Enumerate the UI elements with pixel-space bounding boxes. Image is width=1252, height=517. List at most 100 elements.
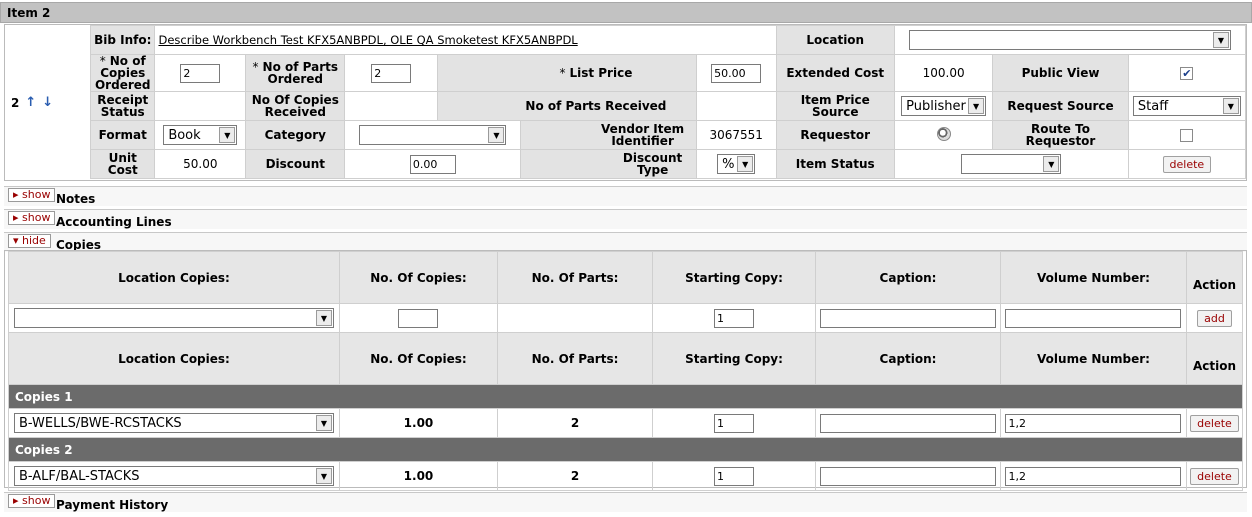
copies-received-label: No Of Copies Received <box>245 91 346 121</box>
copy-starting-copy-input[interactable] <box>714 466 754 486</box>
item-price-source-label: Item Price Source <box>775 91 895 121</box>
copies-hide-button[interactable]: ▾ hide <box>8 234 51 248</box>
category-label: Category <box>245 120 346 150</box>
vendor-item-label: Vendor Item Identifier <box>520 120 697 150</box>
col-volume-number: Volume Number: <box>1000 251 1187 304</box>
extended-cost-value: 100.00 <box>893 54 994 92</box>
search-icon[interactable] <box>936 126 951 141</box>
requestor-label: Requestor <box>775 120 895 150</box>
vendor-item-value: 3067551 <box>695 120 777 150</box>
col-starting-copy: Starting Copy: <box>651 251 817 304</box>
copies-group-title: Copies 2 <box>8 437 1243 462</box>
route-requestor-label: Route To Requestor <box>992 120 1129 150</box>
new-caption-input[interactable] <box>820 308 997 328</box>
copies-group-title: Copies 1 <box>8 384 1243 409</box>
request-source-label: Request Source <box>992 91 1129 121</box>
notes-section: ▸ show Notes <box>4 186 1247 206</box>
discount-input[interactable] <box>409 154 456 174</box>
copy-volume-input[interactable] <box>1005 466 1182 486</box>
chevron-down-icon: ▼ <box>315 468 332 484</box>
chevron-down-icon: ▼ <box>315 310 332 326</box>
parts-received-value <box>695 91 777 121</box>
accounting-section: ▸ show Accounting Lines <box>4 209 1247 229</box>
parts-ordered-input[interactable] <box>371 63 412 83</box>
col-starting-copy: Starting Copy: <box>651 332 817 385</box>
discount-type-label: Discount Type <box>520 149 697 179</box>
col-action: Action <box>1185 251 1244 304</box>
add-copy-button[interactable]: add <box>1197 309 1232 327</box>
copies-ordered-input[interactable] <box>180 63 221 83</box>
format-select[interactable]: Book ▼ <box>163 125 238 145</box>
item-status-label: Item Status <box>775 149 895 179</box>
extended-cost-label: Extended Cost <box>775 54 895 92</box>
copy-count-value: 1.00 <box>338 461 499 491</box>
copy-volume-input[interactable] <box>1005 413 1182 433</box>
col-location-copies: Location Copies: <box>8 332 340 385</box>
new-copies-input[interactable] <box>398 308 439 328</box>
notes-show-button[interactable]: ▸ show <box>8 188 56 202</box>
copy-caption-input[interactable] <box>820 413 997 433</box>
category-select[interactable]: ▼ <box>359 125 507 145</box>
request-source-select[interactable]: Staff ▼ <box>1132 96 1241 116</box>
accounting-title: Accounting Lines <box>56 215 172 229</box>
public-view-checkbox[interactable]: ✔ <box>1180 67 1194 80</box>
col-action: Action <box>1185 332 1244 385</box>
copy-location-select[interactable]: B-WELLS/BWE-RCSTACKS ▼ <box>13 413 334 433</box>
copy-caption-input[interactable] <box>820 466 997 486</box>
chevron-down-icon: ▼ <box>315 415 332 431</box>
chevron-down-icon: ▼ <box>1212 32 1229 48</box>
col-no-of-parts: No. Of Parts: <box>497 332 653 385</box>
payment-history-show-button[interactable]: ▸ show <box>8 494 56 508</box>
col-no-of-copies: No. Of Copies: <box>338 332 499 385</box>
item-number: 2 <box>11 95 20 110</box>
move-down-icon[interactable]: ↓ <box>42 96 53 109</box>
col-volume-number: Volume Number: <box>1000 332 1187 385</box>
copy-parts-value: 2 <box>497 461 653 491</box>
copies-received-value <box>344 91 438 121</box>
discount-type-select[interactable]: % ▼ <box>717 154 756 174</box>
delete-copy-button[interactable]: delete <box>1190 467 1239 485</box>
copies-panel: Location Copies: No. Of Copies: No. Of P… <box>4 250 1247 491</box>
bib-info-label: Bib Info: <box>89 25 156 55</box>
copy-location-select[interactable]: B-ALF/BAL-STACKS ▼ <box>13 466 334 486</box>
payment-history-title: Payment History <box>56 498 169 512</box>
move-up-icon[interactable]: ↑ <box>25 96 36 109</box>
chevron-down-icon: ▼ <box>1043 156 1060 172</box>
col-caption: Caption: <box>815 251 1001 304</box>
item-status-select[interactable]: ▼ <box>961 154 1062 174</box>
chevron-down-icon: ▼ <box>1222 98 1239 114</box>
list-price-input[interactable] <box>711 63 762 83</box>
item-header: Item 2 <box>0 2 1252 23</box>
col-location-copies: Location Copies: <box>8 251 340 304</box>
item-panel: 2 ↑ ↓ Bib Info: Describe Workbench Test … <box>4 24 1247 181</box>
public-view-label: Public View <box>992 54 1129 92</box>
col-no-of-copies: No. Of Copies: <box>338 251 499 304</box>
list-price-label: List Price <box>569 66 633 80</box>
col-no-of-parts: No. Of Parts: <box>497 251 653 304</box>
format-label: Format <box>89 120 156 150</box>
col-caption: Caption: <box>815 332 1001 385</box>
delete-copy-button[interactable]: delete <box>1190 414 1239 432</box>
chevron-down-icon: ▼ <box>219 127 236 143</box>
parts-received-label: No of Parts Received <box>436 91 697 121</box>
new-starting-copy-input[interactable] <box>714 308 754 328</box>
copy-parts-value: 2 <box>497 408 653 438</box>
new-location-select[interactable]: ▼ <box>13 308 334 328</box>
route-requestor-checkbox[interactable] <box>1180 129 1194 142</box>
accounting-show-button[interactable]: ▸ show <box>8 211 56 225</box>
copy-count-value: 1.00 <box>338 408 499 438</box>
payment-history-section: ▸ show Payment History <box>4 492 1247 512</box>
delete-item-button[interactable]: delete <box>1162 155 1212 173</box>
new-volume-input[interactable] <box>1005 308 1182 328</box>
copy-starting-copy-input[interactable] <box>714 413 754 433</box>
location-select[interactable]: ▼ <box>908 30 1231 50</box>
item-price-source-select[interactable]: Publisher ▼ <box>901 96 987 116</box>
discount-label: Discount <box>245 149 346 179</box>
unit-cost-label: Unit Cost <box>89 149 156 179</box>
receipt-status-value <box>154 91 247 121</box>
receipt-status-label: Receipt Status <box>89 91 156 121</box>
unit-cost-value: 50.00 <box>154 149 247 179</box>
bib-info-link[interactable]: Describe Workbench Test KFX5ANBPDL, OLE … <box>158 33 577 47</box>
item-detail-table: Bib Info: Describe Workbench Test KFX5AN… <box>89 25 1247 179</box>
copies-table: Location Copies: No. Of Copies: No. Of P… <box>8 251 1244 491</box>
